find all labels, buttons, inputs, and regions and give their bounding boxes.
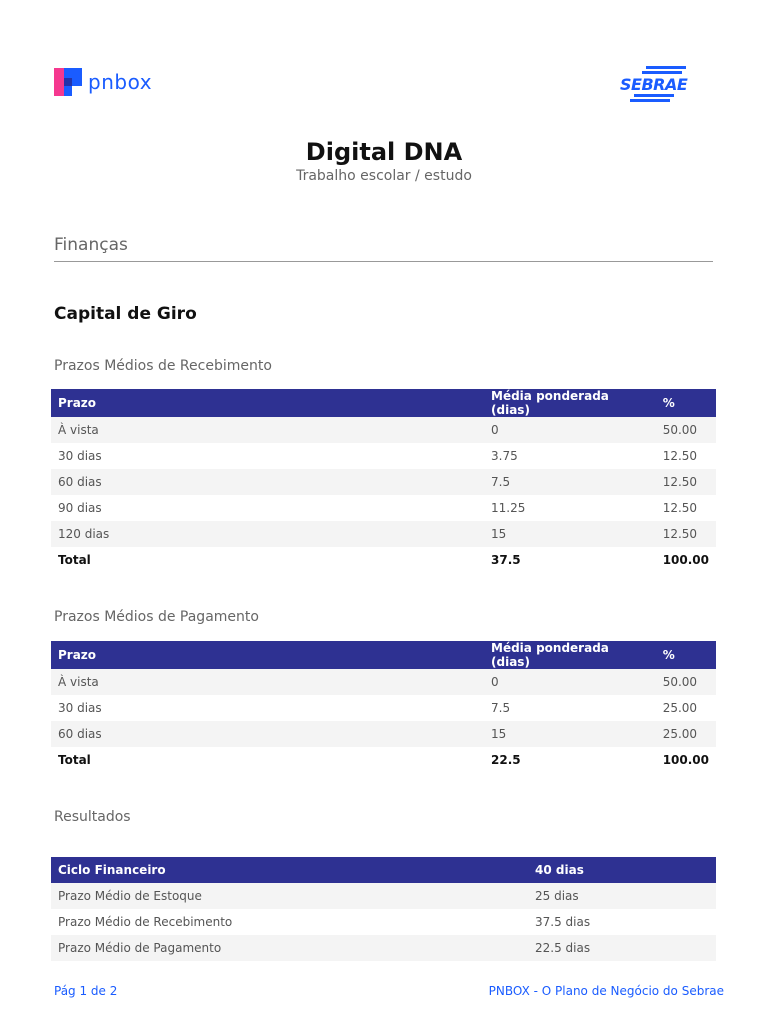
- table-cell: Prazo Médio de Estoque: [51, 883, 529, 909]
- recebimento-table: Prazo Média ponderada (dias)% À vista 0 50.0…: [51, 389, 716, 573]
- total-cell: Total: [58, 553, 91, 567]
- resultados-title: Resultados: [54, 809, 131, 825]
- heading: Capital de Giro: [54, 304, 197, 324]
- table-row: 30 dias 3.75 12.50: [51, 443, 716, 469]
- page-subtitle: Trabalho escolar / estudo: [296, 168, 472, 184]
- table-cell: Prazo Médio de Pagamento: [51, 935, 529, 961]
- table-header: Prazo Média ponderada (dias)%: [51, 641, 716, 669]
- table-row: Prazo Médio de Estoque 25 dias: [51, 883, 716, 909]
- table-row: À vista 0 50.00: [51, 669, 716, 695]
- table-cell: 15: [484, 721, 656, 747]
- table-cell: 37.5 dias: [535, 915, 591, 929]
- total-cell: 22.5: [491, 753, 521, 767]
- table-cell: 15: [484, 521, 656, 547]
- table-cell: 11.25: [491, 501, 526, 515]
- table-cell: 22.5 dias: [528, 935, 716, 961]
- table-row: Prazo Médio de Pagamento 22.5 dias: [51, 935, 716, 961]
- column-header: Média ponderada (dias): [484, 641, 656, 669]
- table-cell: 60 dias: [51, 721, 485, 747]
- sebrae-logo-text: SEBRAE: [620, 75, 688, 94]
- resultados-table: Ciclo Financeiro 40 dias Prazo Médio de Es…: [51, 857, 716, 961]
- table-cell: À vista: [51, 417, 485, 443]
- table-cell: 90 dias: [58, 501, 102, 515]
- column-header: Prazo: [51, 641, 485, 669]
- column-header: Média ponderada (dias): [484, 389, 656, 417]
- page-number: Pág 1 de 2: [54, 984, 118, 998]
- footer-brand: PNBOX - O Plano de Negócio do Sebrae: [488, 984, 724, 998]
- table-row: À vista 0 50.00: [51, 417, 716, 443]
- table-header: Ciclo Financeiro 40 dias: [51, 857, 716, 883]
- pagamento-title: Prazos Médios de Pagamento: [54, 609, 259, 625]
- column-header: 40 dias: [528, 857, 716, 883]
- table-cell: 30 dias: [58, 449, 102, 463]
- total-row: Total 37.5 100.00: [51, 547, 716, 573]
- table-cell: 50.00: [655, 417, 716, 443]
- total-cell: 100.00: [662, 553, 709, 567]
- table-cell: 50.00: [655, 669, 716, 695]
- sebrae-logo: SEBRAE: [620, 66, 696, 102]
- table-cell: 25.00: [655, 721, 716, 747]
- table-row: 60 dias 15 25.00: [51, 721, 716, 747]
- logo-text: pnbox: [88, 70, 153, 94]
- pnbox-logo: pnbox: [54, 68, 152, 96]
- table-row: Prazo Médio de Recebimento 37.5 dias: [51, 909, 716, 935]
- table-cell: 0: [484, 669, 656, 695]
- table-cell: À vista: [51, 669, 485, 695]
- column-header: %: [655, 641, 716, 669]
- table-cell: 25 dias: [528, 883, 716, 909]
- table-row: 120 dias 15 12.50: [51, 521, 716, 547]
- total-row: Total 22.5 100.00: [51, 747, 716, 773]
- column-header: Ciclo Financeiro: [51, 857, 529, 883]
- table-cell: 7.5: [491, 701, 511, 715]
- page-title: Digital DNA: [305, 138, 463, 166]
- pagamento-table: Prazo Média ponderada (dias)% À vista 0 50.0…: [51, 641, 716, 773]
- section-title: Finanças: [54, 235, 128, 255]
- total-cell: Total: [58, 753, 91, 767]
- section-divider: [54, 261, 713, 262]
- table-cell: 12.50: [662, 501, 698, 515]
- column-header: Prazo: [51, 389, 485, 417]
- table-cell: 60 dias: [51, 469, 485, 495]
- column-header: %: [655, 389, 716, 417]
- total-cell: 100.00: [662, 753, 709, 767]
- table-cell: 3.75: [491, 449, 518, 463]
- pnbox-mark-icon: [54, 68, 82, 96]
- table-cell: 12.50: [655, 521, 716, 547]
- total-cell: 37.5: [491, 553, 521, 567]
- table-cell: 30 dias: [58, 701, 102, 715]
- table-row: 60 dias 7.5 12.50: [51, 469, 716, 495]
- recebimento-title: Prazos Médios de Recebimento: [54, 358, 272, 374]
- table-cell: 7.5: [484, 469, 656, 495]
- table-cell: 120 dias: [51, 521, 485, 547]
- table-row: 30 dias 7.5 25.00: [51, 695, 716, 721]
- table-cell: 25.00: [662, 701, 698, 715]
- table-cell: Prazo Médio de Recebimento: [58, 915, 233, 929]
- table-cell: 0: [484, 417, 656, 443]
- table-header: Prazo Média ponderada (dias)%: [51, 389, 716, 417]
- table-row: 90 dias 11.25 12.50: [51, 495, 716, 521]
- table-cell: 12.50: [655, 469, 716, 495]
- table-cell: 12.50: [662, 449, 698, 463]
